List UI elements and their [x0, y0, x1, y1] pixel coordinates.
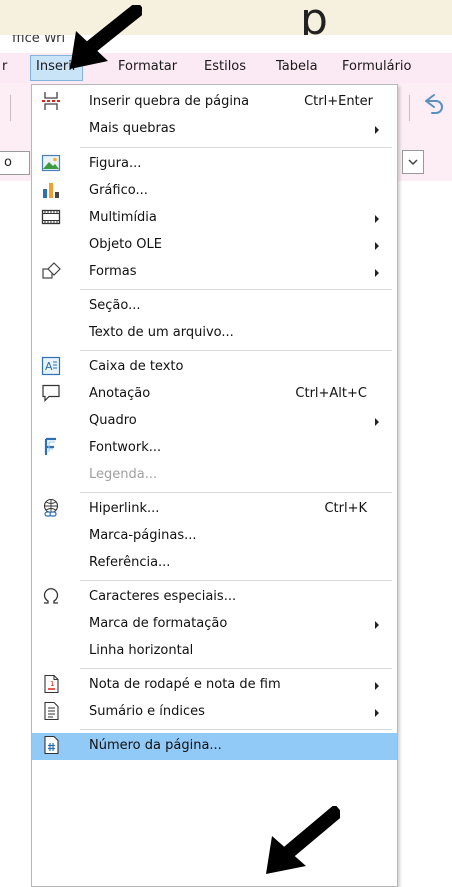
menu-item-multimedia[interactable]: Multimídia	[32, 205, 397, 232]
menu-item-label: Anotação	[89, 386, 151, 401]
undo-icon[interactable]	[420, 91, 446, 121]
menu-view-fragment[interactable]: r	[2, 59, 7, 74]
menu-item-label: Hiperlink...	[89, 501, 160, 516]
menu-separator	[80, 580, 392, 581]
menu-item-label: Quadro	[89, 413, 137, 428]
menu-item-comment[interactable]: Anotação Ctrl+Alt+C	[32, 381, 397, 408]
submenu-arrow-icon	[375, 418, 379, 426]
fontwork-icon	[44, 437, 56, 455]
menu-item-shortcut: Ctrl+Alt+C	[295, 386, 367, 401]
menu-item-label: Número da página...	[89, 738, 222, 753]
menu-item-label: Nota de rodapé e nota de fim	[89, 677, 281, 692]
page-break-icon	[42, 92, 60, 110]
omega-icon	[43, 588, 59, 604]
hyperlink-icon	[43, 498, 59, 517]
toolbar-separator	[10, 95, 11, 121]
menu-table[interactable]: Tabela	[276, 59, 318, 74]
page-number-icon	[44, 735, 59, 755]
menu-separator	[80, 729, 392, 730]
paragraph-style-value: o	[4, 155, 12, 170]
submenu-arrow-icon	[375, 269, 379, 277]
menu-item-label: Gráfico...	[89, 183, 148, 198]
menu-separator	[80, 147, 392, 148]
submenu-arrow-icon	[375, 682, 379, 690]
text-box-icon: A	[41, 356, 61, 376]
image-icon	[41, 154, 61, 172]
menu-item-label: Sumário e índices	[89, 704, 205, 719]
toc-icon	[44, 701, 59, 721]
submenu-arrow-icon	[375, 215, 379, 223]
submenu-arrow-icon	[375, 126, 379, 134]
menu-separator	[80, 668, 392, 669]
menu-item-bookmark[interactable]: Marca-páginas...	[32, 523, 397, 550]
menu-item-label: Inserir quebra de página	[89, 94, 250, 109]
menu-styles[interactable]: Estilos	[204, 59, 246, 74]
submenu-arrow-icon	[375, 709, 379, 717]
menu-item-shortcut: Ctrl+Enter	[304, 94, 373, 109]
menu-item-label: Linha horizontal	[89, 643, 194, 658]
annotation-arrow-icon	[266, 806, 340, 874]
menu-item-label: Mais quebras	[89, 121, 176, 136]
chart-icon	[43, 183, 59, 198]
menu-item-chart[interactable]: Gráfico...	[32, 178, 397, 205]
submenu-arrow-icon	[375, 242, 379, 250]
chevron-down-icon	[408, 159, 418, 166]
menu-item-label: Seção...	[89, 298, 141, 313]
submenu-arrow-icon	[375, 621, 379, 629]
menu-item-shapes[interactable]: Formas	[32, 259, 397, 286]
menu-item-special-characters[interactable]: Caracteres especiais...	[32, 584, 397, 611]
menu-item-label: Legenda...	[89, 467, 158, 482]
menu-item-section[interactable]: Seção...	[32, 293, 397, 320]
menu-form[interactable]: Formulário	[342, 59, 411, 74]
menu-item-label: Marca-páginas...	[89, 528, 197, 543]
menu-item-ole-object[interactable]: Objeto OLE	[32, 232, 397, 259]
window-title: ffice Wri	[12, 35, 66, 46]
menu-item-label: Fontwork...	[89, 440, 162, 455]
menu-item-text-from-file[interactable]: Texto de um arquivo...	[32, 320, 397, 347]
menu-item-shortcut: Ctrl+K	[324, 501, 367, 516]
svg-text:A: A	[45, 360, 53, 373]
insert-menu: Inserir quebra de página Ctrl+Enter Mais…	[31, 84, 398, 887]
footnote-icon: 1	[44, 674, 59, 694]
menu-item-frame[interactable]: Quadro	[32, 408, 397, 435]
svg-text:1: 1	[50, 680, 54, 688]
menu-item-formatting-mark[interactable]: Marca de formatação	[32, 611, 397, 638]
menu-item-cross-reference[interactable]: Referência...	[32, 550, 397, 577]
menu-item-label: Formas	[89, 264, 137, 279]
menu-separator	[80, 492, 392, 493]
comment-icon	[42, 384, 60, 402]
font-dropdown-button[interactable]	[402, 150, 424, 174]
menu-item-label: Referência...	[89, 555, 171, 570]
menu-item-footnote-endnote[interactable]: 1 Nota de rodapé e nota de fim	[32, 672, 397, 699]
menu-item-label: Figura...	[89, 156, 142, 171]
shapes-icon	[42, 262, 61, 279]
menu-item-page-break[interactable]: Inserir quebra de página Ctrl+Enter	[32, 89, 397, 116]
menu-item-label: Caixa de texto	[89, 359, 184, 374]
menu-item-horizontal-line[interactable]: Linha horizontal	[32, 638, 397, 665]
toolbar-separator	[409, 95, 410, 121]
menu-item-label: Multimídia	[89, 210, 157, 225]
menu-separator	[80, 350, 392, 351]
menu-separator	[80, 289, 392, 290]
menu-item-toc-index[interactable]: Sumário e índices	[32, 699, 397, 726]
annotation-arrow-icon	[70, 5, 142, 69]
film-icon	[41, 209, 61, 225]
menu-item-hyperlink[interactable]: Hiperlink... Ctrl+K	[32, 496, 397, 523]
menu-item-label: Marca de formatação	[89, 616, 228, 631]
menu-item-page-number[interactable]: Número da página...	[32, 733, 397, 760]
menu-item-more-breaks[interactable]: Mais quebras	[32, 116, 397, 143]
menu-item-text-box[interactable]: A Caixa de texto	[32, 354, 397, 381]
menu-item-caption: Legenda...	[32, 462, 397, 489]
paragraph-style-box[interactable]: o	[0, 151, 30, 175]
menu-item-label: Texto de um arquivo...	[89, 325, 234, 340]
menu-item-image[interactable]: Figura...	[32, 151, 397, 178]
menu-item-label: Objeto OLE	[89, 237, 162, 252]
menu-item-label: Caracteres especiais...	[89, 589, 237, 604]
menu-item-fontwork[interactable]: Fontwork...	[32, 435, 397, 462]
